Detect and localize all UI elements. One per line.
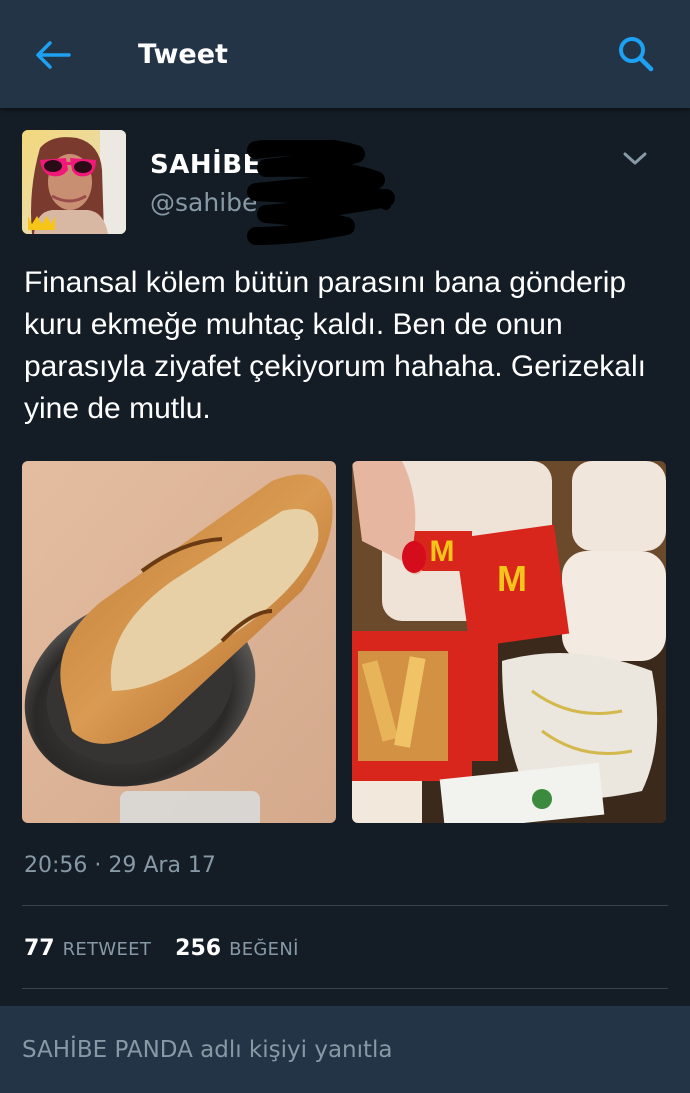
divider bbox=[22, 905, 668, 906]
chevron-down-icon bbox=[623, 152, 647, 165]
tweet-stats: 77 RETWEET 256 BEĞENİ bbox=[24, 930, 323, 966]
svg-text:M: M bbox=[497, 558, 527, 599]
page-title: Tweet bbox=[138, 39, 228, 70]
tweet-text: Finansal kölem bütün parasını bana gönde… bbox=[24, 266, 646, 425]
tweet-photo-fastfood[interactable]: M M bbox=[352, 461, 666, 823]
bread-photo bbox=[22, 461, 336, 823]
search-icon bbox=[619, 37, 654, 72]
reply-bar: SAHİBE PANDA adlı kişiyi yanıtla bbox=[0, 1006, 690, 1093]
retweet-count-button[interactable]: 77 RETWEET bbox=[24, 936, 151, 961]
like-label: BEĞENİ bbox=[229, 938, 299, 960]
like-count: 256 bbox=[175, 935, 222, 961]
svg-text:M: M bbox=[430, 535, 455, 568]
back-button[interactable] bbox=[30, 32, 76, 78]
fastfood-photo: M M bbox=[352, 461, 666, 823]
divider bbox=[22, 988, 668, 989]
tweet-photo-bread[interactable] bbox=[22, 461, 336, 823]
retweet-label: RETWEET bbox=[62, 938, 152, 960]
arrow-left-icon bbox=[36, 41, 71, 69]
author-display-name[interactable]: SAHİBE bbox=[150, 148, 261, 182]
retweet-count: 77 bbox=[24, 935, 55, 961]
avatar-photo bbox=[22, 130, 126, 234]
tweet-detail-screen: Tweet SAHİBE @sahibe Finansal kölem bütü… bbox=[0, 0, 690, 1093]
top-app-bar: Tweet bbox=[0, 0, 690, 108]
avatar[interactable] bbox=[22, 130, 126, 234]
tweet-timestamp: 20:56 · 29 Ara 17 bbox=[24, 853, 216, 878]
search-button[interactable] bbox=[612, 30, 660, 78]
like-count-button[interactable]: 256 BEĞENİ bbox=[175, 936, 299, 961]
tweet-options-button[interactable] bbox=[618, 144, 652, 174]
reply-input[interactable]: SAHİBE PANDA adlı kişiyi yanıtla bbox=[22, 1034, 393, 1066]
author-handle[interactable]: @sahibe bbox=[150, 186, 257, 220]
